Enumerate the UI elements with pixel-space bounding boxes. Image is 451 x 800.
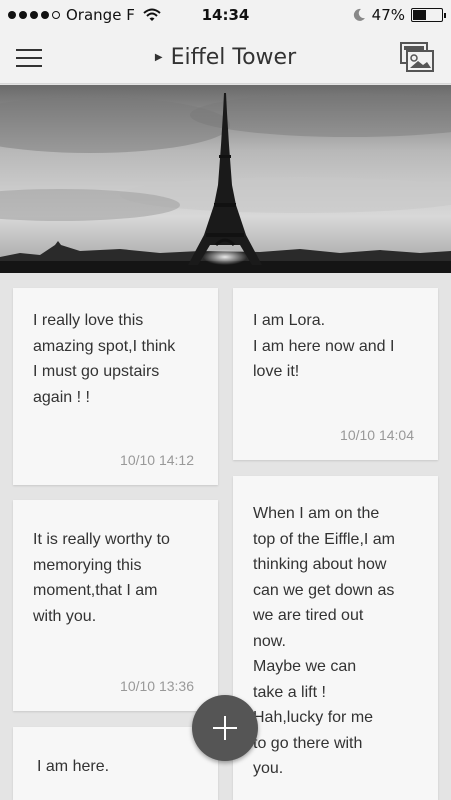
signal-icon — [8, 11, 60, 19]
battery-percent: 47% — [371, 6, 405, 24]
eiffel-tower-photo — [0, 85, 451, 273]
message-text: When I am on the top of the Eiffle,I am … — [253, 505, 396, 777]
wifi-icon — [143, 8, 161, 21]
message-card[interactable]: I am Lora. I am here now and I love it! … — [233, 288, 438, 460]
message-card[interactable]: When I am on the top of the Eiffle,I am … — [233, 476, 438, 800]
carrier-name: Orange F — [66, 6, 135, 24]
message-card[interactable]: I really love this amazing spot,I think … — [13, 288, 218, 485]
status-bar: Orange F 14:34 47% — [0, 0, 451, 30]
battery-icon — [411, 8, 446, 22]
hamburger-menu-icon[interactable] — [16, 48, 42, 68]
moon-icon — [353, 8, 365, 21]
message-timestamp: 10/10 14:04 — [340, 427, 414, 443]
dropdown-triangle-icon: ▶ — [154, 51, 163, 63]
page-title-container: ▶ Eiffel Tower — [0, 30, 451, 84]
message-text: I am here. — [37, 758, 110, 775]
hero-image — [0, 85, 451, 273]
nav-bar: ▶ Eiffel Tower — [0, 30, 451, 84]
page-title: Eiffel Tower — [170, 44, 297, 70]
message-text: I am Lora. I am here now and I love it! — [253, 312, 395, 380]
message-text: It is really worthy to memorying this mo… — [33, 531, 170, 625]
photo-gallery-icon[interactable] — [399, 41, 435, 73]
message-timestamp: 10/10 13:36 — [120, 678, 194, 694]
message-timestamp: 10/10 14:12 — [120, 452, 194, 468]
message-card[interactable]: It is really worthy to memorying this mo… — [13, 500, 218, 711]
battery-fill — [413, 10, 427, 20]
message-text: I really love this amazing spot,I think … — [33, 312, 176, 406]
message-card[interactable]: I am here. — [13, 727, 218, 800]
add-message-button[interactable] — [192, 695, 258, 761]
